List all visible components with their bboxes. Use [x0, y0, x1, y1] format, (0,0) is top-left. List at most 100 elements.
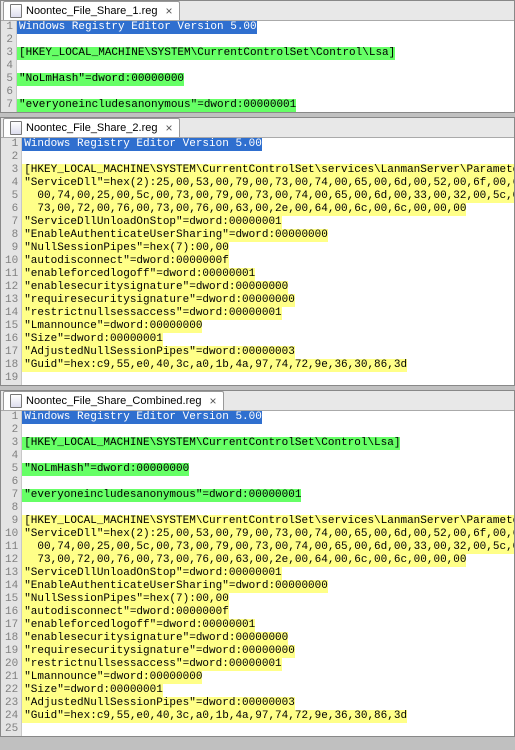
- line-number: 6: [5, 203, 18, 216]
- file-tab[interactable]: Noontec_File_Share_Combined.reg ×: [3, 391, 224, 410]
- close-icon[interactable]: ×: [210, 396, 217, 406]
- line-number: 13: [5, 567, 18, 580]
- line-number: 11: [5, 268, 18, 281]
- line-number: 7: [5, 99, 13, 112]
- line-number: 19: [5, 645, 18, 658]
- line-number: 12: [5, 554, 18, 567]
- code-line[interactable]: Windows Registry Editor Version 5.00: [22, 138, 262, 151]
- code-editor[interactable]: 12345678910111213141516171819 Windows Re…: [1, 138, 514, 385]
- code-line[interactable]: "ServiceDllUnloadOnStop"=dword:00000001: [22, 216, 281, 229]
- code-line[interactable]: [22, 151, 514, 164]
- line-number: 5: [5, 190, 18, 203]
- code-line[interactable]: [22, 502, 514, 515]
- code-line[interactable]: "Guid"=hex:c9,55,e0,40,3c,a0,1b,4a,97,74…: [22, 359, 407, 372]
- line-number: 14: [5, 580, 18, 593]
- line-number: 17: [5, 619, 18, 632]
- file-icon: [10, 394, 22, 408]
- tab-bar: Noontec_File_Share_Combined.reg ×: [1, 391, 514, 411]
- code-line[interactable]: "autodisconnect"=dword:0000000f: [22, 255, 229, 268]
- code-line[interactable]: [22, 723, 514, 736]
- code-line[interactable]: [HKEY_LOCAL_MACHINE\SYSTEM\CurrentContro…: [22, 437, 400, 450]
- editor-pane-2: Noontec_File_Share_2.reg × 1234567891011…: [0, 117, 515, 386]
- line-number: 8: [5, 502, 18, 515]
- file-tab[interactable]: Noontec_File_Share_1.reg ×: [3, 1, 180, 20]
- code-line[interactable]: Windows Registry Editor Version 5.00: [17, 21, 257, 34]
- code-line[interactable]: "requiresecuritysignature"=dword:0000000…: [22, 294, 295, 307]
- code-line[interactable]: "NoLmHash"=dword:00000000: [17, 73, 184, 86]
- code-line[interactable]: [22, 424, 514, 437]
- line-number: 12: [5, 281, 18, 294]
- line-number: 15: [5, 593, 18, 606]
- code-line[interactable]: "ServiceDllUnloadOnStop"=dword:00000001: [22, 567, 281, 580]
- code-editor[interactable]: 1234567 Windows Registry Editor Version …: [1, 21, 514, 112]
- code-line[interactable]: "NullSessionPipes"=hex(7):00,00: [22, 593, 229, 606]
- line-number: 4: [5, 177, 18, 190]
- code-line[interactable]: "everyoneincludesanonymous"=dword:000000…: [22, 489, 301, 502]
- code-editor[interactable]: 1234567891011121314151617181920212223242…: [1, 411, 514, 736]
- code-line[interactable]: "Lmannounce"=dword:00000000: [22, 320, 202, 333]
- line-number: 18: [5, 632, 18, 645]
- code-line[interactable]: [22, 372, 514, 385]
- code-line[interactable]: "NoLmHash"=dword:00000000: [22, 463, 189, 476]
- code-column[interactable]: Windows Registry Editor Version 5.00 [HK…: [22, 138, 514, 385]
- code-line[interactable]: "EnableAuthenticateUserSharing"=dword:00…: [22, 229, 328, 242]
- code-line[interactable]: [17, 34, 514, 47]
- line-number-gutter: 1234567891011121314151617181920212223242…: [1, 411, 22, 736]
- code-line[interactable]: "Size"=dword:00000001: [22, 684, 163, 697]
- line-number: 1: [5, 21, 13, 34]
- line-number: 10: [5, 255, 18, 268]
- code-line[interactable]: [17, 86, 514, 99]
- code-line[interactable]: [17, 60, 514, 73]
- tab-label: Noontec_File_Share_1.reg: [26, 5, 157, 17]
- line-number: 15: [5, 320, 18, 333]
- code-line[interactable]: [22, 476, 514, 489]
- code-line[interactable]: 00,74,00,25,00,5c,00,73,00,79,00,73,00,7…: [22, 190, 514, 203]
- code-line[interactable]: "autodisconnect"=dword:0000000f: [22, 606, 229, 619]
- code-line[interactable]: "enablesecuritysignature"=dword:00000000: [22, 632, 288, 645]
- code-line[interactable]: "EnableAuthenticateUserSharing"=dword:00…: [22, 580, 328, 593]
- line-number: 13: [5, 294, 18, 307]
- code-line[interactable]: "ServiceDll"=hex(2):25,00,53,00,79,00,73…: [22, 528, 514, 541]
- line-number: 22: [5, 684, 18, 697]
- code-line[interactable]: "Guid"=hex:c9,55,e0,40,3c,a0,1b,4a,97,74…: [22, 710, 407, 723]
- code-line[interactable]: [HKEY_LOCAL_MACHINE\SYSTEM\CurrentContro…: [17, 47, 395, 60]
- line-number: 3: [5, 47, 13, 60]
- code-line[interactable]: "Size"=dword:00000001: [22, 333, 163, 346]
- line-number: 2: [5, 151, 18, 164]
- line-number: 5: [5, 463, 18, 476]
- code-line[interactable]: Windows Registry Editor Version 5.00: [22, 411, 262, 424]
- code-line[interactable]: "enableforcedlogoff"=dword:00000001: [22, 268, 255, 281]
- file-tab[interactable]: Noontec_File_Share_2.reg ×: [3, 118, 180, 137]
- code-column[interactable]: Windows Registry Editor Version 5.00 [HK…: [22, 411, 514, 736]
- line-number: 1: [5, 138, 18, 151]
- code-line[interactable]: 73,00,72,00,76,00,73,00,76,00,63,00,2e,0…: [22, 554, 466, 567]
- code-line[interactable]: "AdjustedNullSessionPipes"=dword:0000000…: [22, 346, 295, 359]
- code-line[interactable]: 73,00,72,00,76,00,73,00,76,00,63,00,2e,0…: [22, 203, 466, 216]
- code-line[interactable]: "requiresecuritysignature"=dword:0000000…: [22, 645, 295, 658]
- code-line[interactable]: "enableforcedlogoff"=dword:00000001: [22, 619, 255, 632]
- code-line[interactable]: [HKEY_LOCAL_MACHINE\SYSTEM\CurrentContro…: [22, 164, 514, 177]
- line-number: 2: [5, 424, 18, 437]
- close-icon[interactable]: ×: [165, 6, 172, 16]
- code-line[interactable]: "AdjustedNullSessionPipes"=dword:0000000…: [22, 697, 295, 710]
- code-line[interactable]: "Lmannounce"=dword:00000000: [22, 671, 202, 684]
- code-line[interactable]: "restrictnullsessaccess"=dword:00000001: [22, 307, 281, 320]
- tab-label: Noontec_File_Share_2.reg: [26, 122, 157, 134]
- editor-pane-1: Noontec_File_Share_1.reg × 1234567 Windo…: [0, 0, 515, 113]
- code-line[interactable]: "restrictnullsessaccess"=dword:00000001: [22, 658, 281, 671]
- code-line[interactable]: "everyoneincludesanonymous"=dword:000000…: [17, 99, 296, 112]
- code-column[interactable]: Windows Registry Editor Version 5.00 [HK…: [17, 21, 514, 112]
- line-number: 17: [5, 346, 18, 359]
- code-line[interactable]: [HKEY_LOCAL_MACHINE\SYSTEM\CurrentContro…: [22, 515, 514, 528]
- line-number: 4: [5, 60, 13, 73]
- code-line[interactable]: "enablesecuritysignature"=dword:00000000: [22, 281, 288, 294]
- code-line[interactable]: "NullSessionPipes"=hex(7):00,00: [22, 242, 229, 255]
- code-line[interactable]: [22, 450, 514, 463]
- close-icon[interactable]: ×: [165, 123, 172, 133]
- line-number: 20: [5, 658, 18, 671]
- line-number: 14: [5, 307, 18, 320]
- code-line[interactable]: "ServiceDll"=hex(2):25,00,53,00,79,00,73…: [22, 177, 514, 190]
- line-number: 3: [5, 164, 18, 177]
- line-number: 7: [5, 489, 18, 502]
- code-line[interactable]: 00,74,00,25,00,5c,00,73,00,79,00,73,00,7…: [22, 541, 514, 554]
